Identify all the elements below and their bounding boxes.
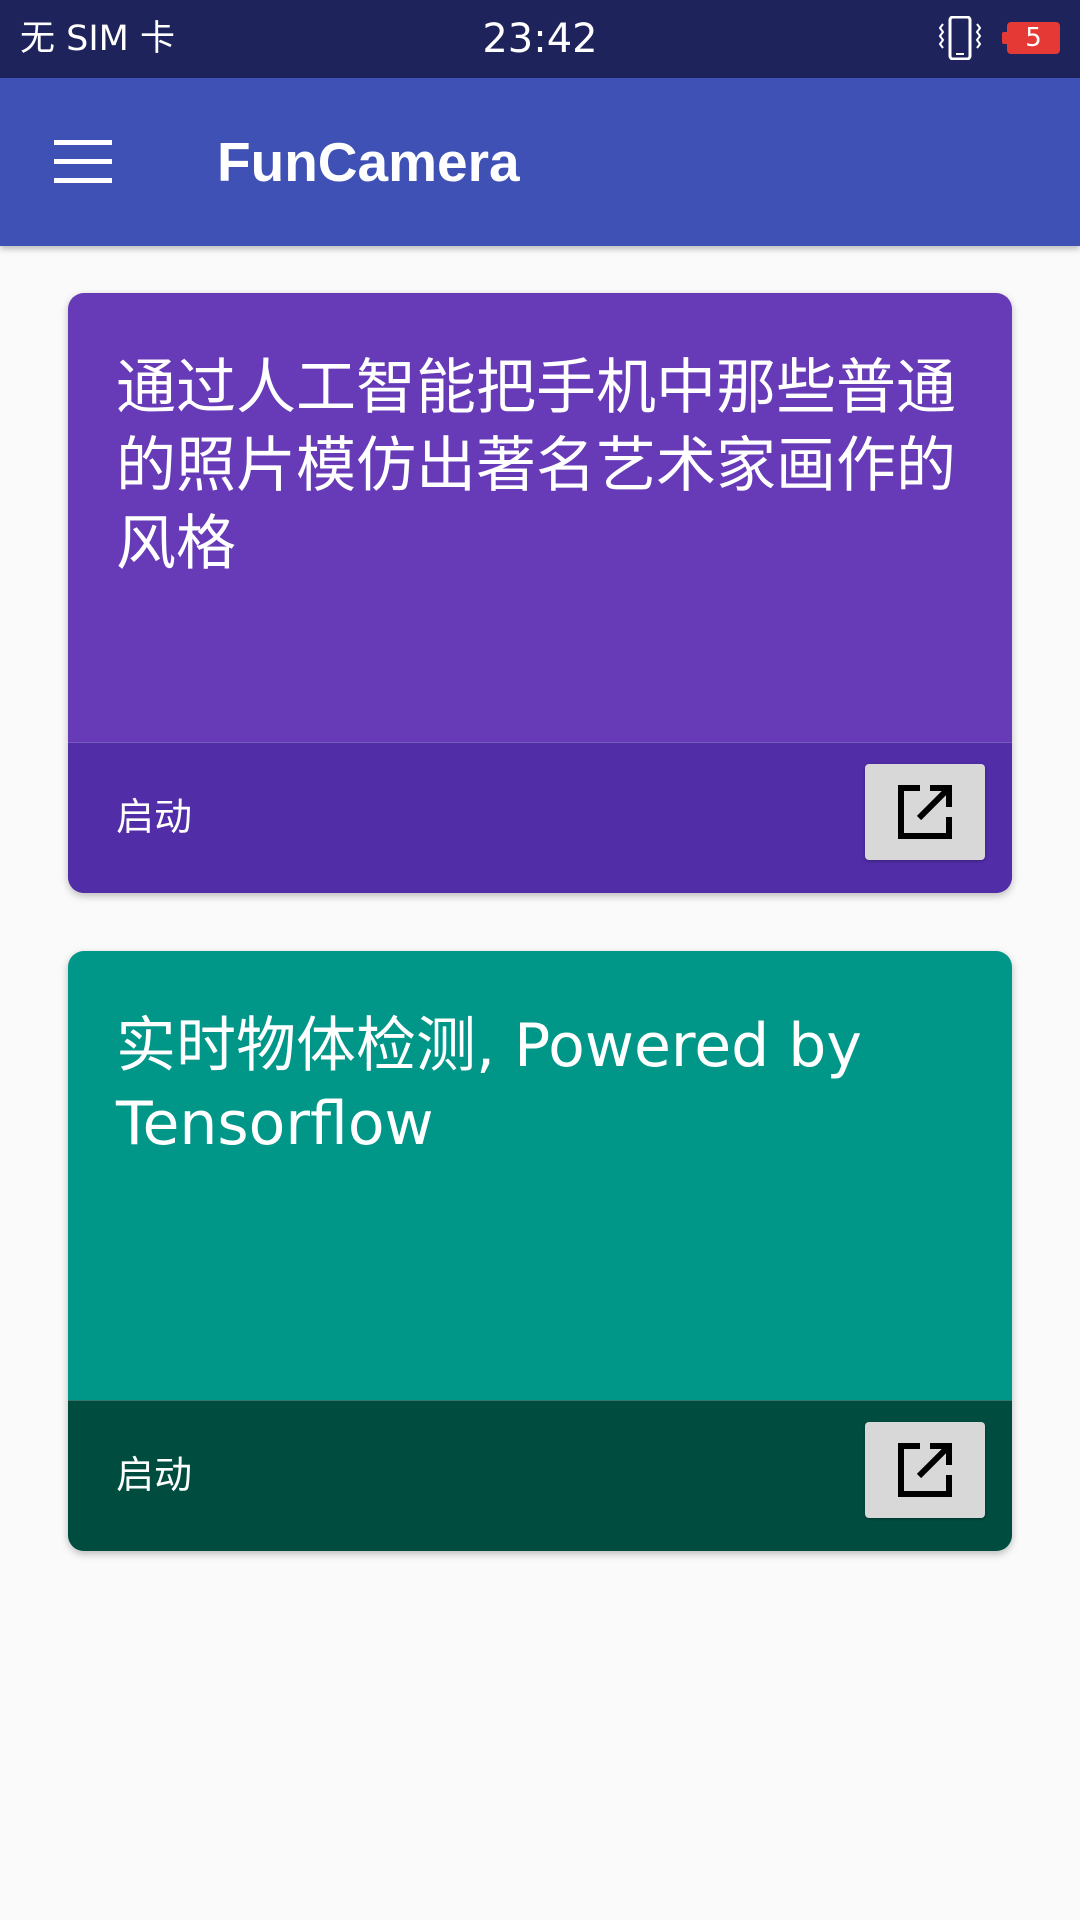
status-time: 23:42 [482, 16, 598, 62]
vibrate-icon [936, 15, 984, 61]
open-button[interactable] [865, 1422, 985, 1518]
object-detection-card[interactable]: 实时物体检测, Powered by Tensorflow 启动 [68, 951, 1012, 1551]
status-bar: 无 SIM 卡 23:42 5 [0, 0, 1080, 78]
open-in-new-icon [898, 785, 952, 839]
app-bar: FunCamera [0, 78, 1080, 246]
battery-icon: 5 [1002, 22, 1060, 54]
launch-button[interactable]: 启动 [116, 793, 192, 841]
open-in-new-icon [898, 1443, 952, 1497]
menu-icon [54, 140, 112, 183]
battery-level: 5 [1007, 22, 1060, 54]
card-footer: 启动 [68, 742, 1012, 893]
launch-button[interactable]: 启动 [116, 1451, 192, 1499]
card-description: 实时物体检测, Powered by Tensorflow [116, 1011, 862, 1159]
style-transfer-card[interactable]: 通过人工智能把手机中那些普通的照片模仿出著名艺术家画作的风格 启动 [68, 293, 1012, 893]
open-button[interactable] [865, 764, 985, 860]
app-title: FunCamera [217, 131, 520, 193]
card-footer: 启动 [68, 1400, 1012, 1551]
card-description: 通过人工智能把手机中那些普通的照片模仿出著名艺术家画作的风格 [116, 353, 956, 579]
menu-button[interactable] [40, 122, 128, 202]
